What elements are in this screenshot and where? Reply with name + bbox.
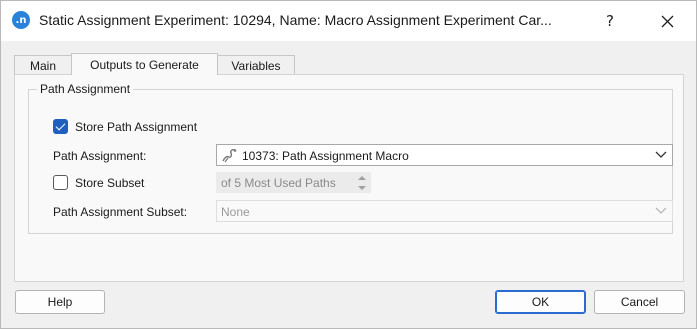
path-assignment-subset-label: Path Assignment Subset: (53, 205, 188, 219)
store-subset-checkbox[interactable] (53, 175, 68, 190)
app-icon: .n (12, 11, 30, 29)
tab-outputs-to-generate[interactable]: Outputs to Generate (71, 53, 218, 75)
close-x-glyph (661, 15, 673, 27)
tab-strip: Main Outputs to Generate Variables (14, 53, 295, 75)
spinner-arrows-icon (356, 175, 367, 191)
chevron-down-icon (654, 148, 668, 162)
store-path-assignment-checkbox[interactable] (53, 119, 68, 134)
close-icon[interactable] (655, 9, 679, 33)
path-assignment-group: Path Assignment Store Path Assignment Pa… (28, 82, 673, 234)
ok-button[interactable]: OK (495, 290, 586, 314)
title-bar: .n Static Assignment Experiment: 10294, … (1, 1, 696, 41)
path-assignment-subset-value: None (221, 205, 250, 219)
path-assignment-value: 10373: Path Assignment Macro (242, 149, 409, 163)
path-assignment-dropdown[interactable]: 10373: Path Assignment Macro (216, 144, 673, 166)
tab-main[interactable]: Main (14, 55, 72, 75)
subset-size-spinner[interactable]: of 5 Most Used Paths (216, 172, 371, 193)
help-icon[interactable]: ? (598, 9, 622, 33)
store-subset-label[interactable]: Store Subset (75, 176, 144, 190)
subset-size-value: of 5 Most Used Paths (221, 176, 336, 190)
chevron-down-icon (654, 204, 668, 218)
tab-variables[interactable]: Variables (217, 55, 295, 75)
cancel-button[interactable]: Cancel (594, 290, 685, 314)
store-path-assignment-label[interactable]: Store Path Assignment (75, 120, 197, 134)
window-title: Static Assignment Experiment: 10294, Nam… (39, 12, 552, 28)
tab-main-label: Main (29, 58, 56, 73)
path-assignment-subset-dropdown[interactable]: None (216, 200, 673, 222)
tab-outputs-label: Outputs to Generate (90, 57, 199, 72)
dialog-window: .n Static Assignment Experiment: 10294, … (0, 0, 697, 329)
path-assignment-label: Path Assignment: (53, 149, 147, 163)
tab-variables-label: Variables (231, 58, 281, 73)
tab-panel-outputs: Path Assignment Store Path Assignment Pa… (14, 74, 684, 282)
macro-icon (222, 149, 237, 163)
help-button[interactable]: Help (15, 290, 105, 314)
group-legend: Path Assignment (37, 82, 134, 96)
